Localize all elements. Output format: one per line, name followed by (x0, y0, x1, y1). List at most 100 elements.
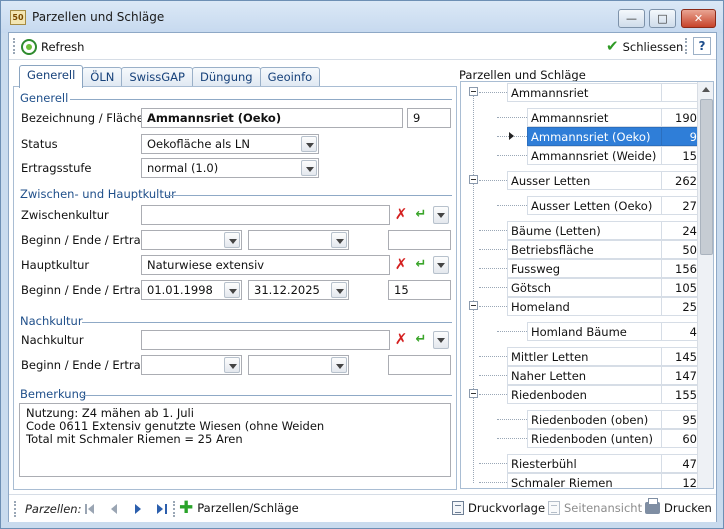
zk-begin-date[interactable] (141, 230, 242, 250)
enter-arrow-icon[interactable]: ↵ (412, 205, 430, 225)
tree-row-name[interactable]: Schmaler Riemen (507, 473, 661, 488)
tree-row-name[interactable]: Ammannsriet (507, 83, 661, 102)
tree-row-name[interactable]: Riedenboden (unten) (527, 429, 661, 448)
tree-row-name[interactable]: Betriebsfläche (507, 240, 661, 259)
tree-row-name[interactable]: Ammannsriet (Weide) (527, 146, 661, 165)
tree-row[interactable]: Fussweg 156 (461, 259, 702, 278)
scroll-thumb[interactable] (700, 99, 713, 255)
nk-ende-date[interactable] (248, 355, 349, 375)
druckvorlage-button[interactable]: Druckvorlage (452, 501, 545, 515)
toolbar-grip[interactable] (13, 38, 16, 54)
tab-swissgap[interactable]: SwissGAP (121, 67, 193, 87)
zk-ertrag-field[interactable] (388, 230, 451, 250)
help-button[interactable]: ? (693, 37, 711, 55)
tab-geoinfo[interactable]: Geoinfo (259, 67, 321, 87)
tree-row-name[interactable]: Ammannsriet (Oeko) (527, 127, 661, 146)
tree-row[interactable]: Betriebsfläche 50 (461, 240, 702, 259)
next-record-button[interactable] (132, 503, 144, 515)
tree-row[interactable]: Schmaler Riemen 12 (461, 473, 702, 488)
tree-row-name[interactable]: Fussweg (507, 259, 661, 278)
parzellen-schlaege-button[interactable]: ✚ Parzellen/Schläge (179, 500, 299, 517)
tree-row[interactable]: Naher Letten 147 (461, 366, 702, 385)
seitenansicht-button[interactable]: Seitenansicht (548, 501, 642, 515)
enter-arrow-icon[interactable]: ↵ (412, 330, 430, 350)
vertical-scrollbar[interactable] (697, 82, 713, 488)
chevron-down-icon[interactable] (433, 256, 449, 274)
chevron-down-icon[interactable] (301, 136, 317, 152)
clear-icon[interactable]: ✗ (392, 330, 410, 350)
chevron-down-icon[interactable] (224, 282, 240, 298)
tree-row-name[interactable]: Mittler Letten (507, 347, 661, 366)
bemerkung-textarea[interactable]: Nutzung: Z4 mähen ab 1. Juli Code 0611 E… (19, 403, 451, 477)
chevron-down-icon[interactable] (301, 160, 317, 176)
tree-row-name[interactable]: Riedenboden (oben) (527, 410, 661, 429)
nk-begin-date[interactable] (141, 355, 242, 375)
chevron-down-icon[interactable] (331, 357, 347, 373)
clear-icon[interactable]: ✗ (392, 255, 410, 275)
collapse-toggle-icon[interactable] (469, 175, 478, 184)
chevron-down-icon[interactable] (224, 232, 240, 248)
tree-row-name[interactable]: Naher Letten (507, 366, 661, 385)
tree-row[interactable]: Riedenboden (oben) 95 (461, 410, 702, 429)
tree-row-name[interactable]: Ausser Letten (507, 171, 661, 190)
tab-duengung[interactable]: Düngung (191, 67, 261, 87)
chevron-down-icon[interactable] (331, 232, 347, 248)
prev-record-button[interactable] (109, 503, 121, 515)
flaeche-field[interactable]: 9 (407, 108, 451, 128)
tree-row[interactable]: Götsch 105 (461, 278, 702, 297)
tree-row[interactable]: Homland Bäume 4 (461, 322, 702, 341)
collapse-toggle-icon[interactable] (469, 301, 478, 310)
tree-row[interactable]: Riesterbühl 47 (461, 454, 702, 473)
bezeichnung-field[interactable]: Ammannsriet (Oeko) (141, 108, 403, 128)
scroll-up-arrow-icon[interactable] (698, 82, 713, 98)
tree-row-name[interactable]: Ausser Letten (Oeko) (527, 196, 661, 215)
close-window-button[interactable]: ✕ (681, 9, 716, 28)
first-record-button[interactable] (85, 503, 97, 515)
zwischenkultur-field[interactable] (141, 205, 390, 225)
chevron-down-icon[interactable] (331, 282, 347, 298)
tree-row[interactable]: Riedenboden (unten) 60 (461, 429, 702, 448)
tree-row-name[interactable]: Homeland (507, 297, 661, 316)
clear-icon[interactable]: ✗ (392, 205, 410, 225)
tree-row[interactable]: Ammannsriet 190 (461, 108, 702, 127)
chevron-down-icon[interactable] (433, 206, 449, 224)
zk-ende-date[interactable] (248, 230, 349, 250)
minimize-button[interactable]: — (618, 9, 645, 28)
title-bar[interactable]: 50 Parzellen und Schläge — □ ✕ (1, 1, 723, 33)
status-select[interactable]: Oekofläche als LN (141, 134, 319, 154)
tree-row[interactable]: Ammannsriet (461, 83, 702, 102)
tree-row[interactable]: Ammannsriet (Oeko) 9 (461, 127, 702, 146)
refresh-button[interactable]: Refresh (21, 37, 84, 56)
hauptkultur-field[interactable]: Naturwiese extensiv (141, 255, 390, 275)
tree-row-name[interactable]: Homland Bäume (527, 322, 661, 341)
tree-row[interactable]: Riedenboden 155 (461, 385, 702, 404)
tree-row[interactable]: Ausser Letten (Oeko) 27 (461, 196, 702, 215)
tree-row-name[interactable]: Bäume (Letten) (507, 221, 661, 240)
collapse-toggle-icon[interactable] (469, 87, 478, 96)
tab-generell[interactable]: Generell (19, 65, 84, 88)
tree-row[interactable]: Homeland 25 (461, 297, 702, 316)
drucken-button[interactable]: Drucken (645, 498, 712, 515)
tree-row[interactable]: Bäume (Letten) 24 (461, 221, 702, 240)
hk-ertrag-field[interactable]: 15 (388, 280, 451, 300)
tree-row[interactable]: Mittler Letten 145 (461, 347, 702, 366)
maximize-button[interactable]: □ (649, 9, 676, 28)
tree-row[interactable]: Ammannsriet (Weide) 15 (461, 146, 702, 165)
tree-row[interactable]: Ausser Letten 262 (461, 171, 702, 190)
tree-row-name[interactable]: Ammannsriet (527, 108, 661, 127)
tab-oeln[interactable]: ÖLN (82, 67, 123, 87)
parzellen-tree[interactable]: Ammannsriet Ammannsriet 190 Ammannsriet (Oe… (460, 81, 714, 489)
ertragsstufe-select[interactable]: normal (1.0) (141, 158, 319, 178)
last-record-button[interactable] (155, 503, 167, 515)
nachkultur-field[interactable] (141, 330, 390, 350)
collapse-toggle-icon[interactable] (469, 389, 478, 398)
close-button[interactable]: ✔ Schliessen (606, 37, 683, 56)
hk-ende-date[interactable]: 31.12.2025 (248, 280, 349, 300)
nk-ertrag-field[interactable] (388, 355, 451, 375)
tree-row-name[interactable]: Riedenboden (507, 385, 661, 404)
chevron-down-icon[interactable] (224, 357, 240, 373)
tree-row-name[interactable]: Götsch (507, 278, 661, 297)
tree-row-name[interactable]: Riesterbühl (507, 454, 661, 473)
toolbar-grip[interactable] (14, 501, 17, 517)
chevron-down-icon[interactable] (433, 331, 449, 349)
